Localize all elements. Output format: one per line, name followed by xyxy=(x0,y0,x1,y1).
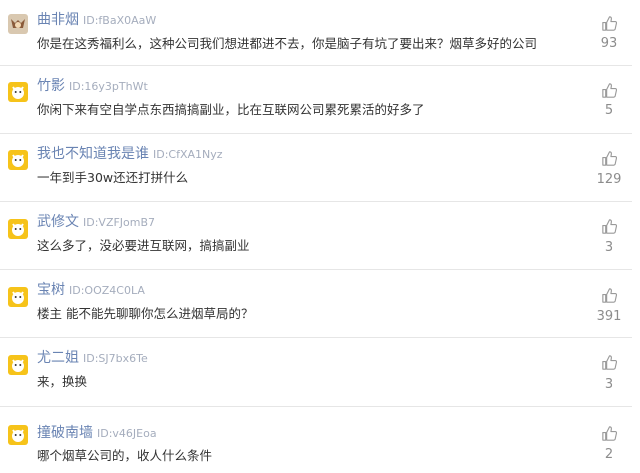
username[interactable]: 尤二姐 xyxy=(37,350,79,366)
user-avatar[interactable] xyxy=(8,355,28,375)
comment-item: 我也不知道我是谁 ID:CfXA1Nyz 一年到手30w还还打拼什么 129 xyxy=(0,134,632,202)
username[interactable]: 竹影 xyxy=(37,78,65,94)
like-count: 3 xyxy=(604,377,614,392)
thumbs-up-icon[interactable] xyxy=(600,217,619,236)
comment-list: 曲非烟 ID:fBaX0AaW 你是在这秀福利么，这种公司我们想进都进不去，你是脑… xyxy=(0,0,640,473)
comment-item: 宝树 ID:OOZ4C0LA 楼主 能不能先聊聊你怎么进烟草局的？ 391 xyxy=(0,270,632,338)
username[interactable]: 曲非烟 xyxy=(37,12,79,28)
comment-item: 武修文 ID:VZFJomB7 这么多了，没必要进互联网，搞搞副业 3 xyxy=(0,202,632,270)
like-count: 3 xyxy=(604,240,614,255)
comment-text: 来，换换 xyxy=(37,374,88,389)
like-count: 5 xyxy=(604,103,614,118)
user-id: ID:v46JEoa xyxy=(97,427,157,440)
comment-text: 你是在这秀福利么，这种公司我们想进都进不去，你是脑子有坑了要出来？烟草多好的公司 xyxy=(37,36,538,51)
user-avatar[interactable] xyxy=(8,82,28,102)
comment-item: 撞破南墙 ID:v46JEoa 哪个烟草公司的，收人什么条件 2 xyxy=(0,407,632,473)
thumbs-up-icon[interactable] xyxy=(600,149,619,168)
username[interactable]: 撞破南墙 xyxy=(37,425,93,441)
thumbs-up-icon[interactable] xyxy=(600,353,619,372)
like-count: 93 xyxy=(600,36,618,51)
username[interactable]: 宝树 xyxy=(37,282,65,298)
comment-text: 一年到手30w还还打拼什么 xyxy=(37,170,189,185)
thumbs-up-icon[interactable] xyxy=(600,286,619,305)
user-id: ID:16y3pThWt xyxy=(69,80,148,93)
user-id: ID:VZFJomB7 xyxy=(83,216,156,229)
like-count: 2 xyxy=(604,447,614,462)
username[interactable]: 武修文 xyxy=(37,214,79,230)
comment-item: 竹影 ID:16y3pThWt 你闲下来有空自学点东西搞搞副业，比在互联网公司累死… xyxy=(0,66,632,134)
thumbs-up-icon[interactable] xyxy=(600,14,619,33)
user-id: ID:SJ7bx6Te xyxy=(83,352,148,365)
thumbs-up-icon[interactable] xyxy=(600,81,619,100)
comment-text: 你闲下来有空自学点东西搞搞副业，比在互联网公司累死累活的好多了 xyxy=(37,102,425,117)
user-avatar[interactable] xyxy=(8,287,28,307)
like-count: 129 xyxy=(596,172,622,187)
comment-text: 哪个烟草公司的，收人什么条件 xyxy=(37,448,213,463)
user-id: ID:OOZ4C0LA xyxy=(69,284,145,297)
user-id: ID:CfXA1Nyz xyxy=(153,148,223,161)
user-avatar[interactable] xyxy=(8,150,28,170)
comment-item: 曲非烟 ID:fBaX0AaW 你是在这秀福利么，这种公司我们想进都进不去，你是脑… xyxy=(0,0,632,66)
comment-item: 尤二姐 ID:SJ7bx6Te 来，换换 3 xyxy=(0,338,632,407)
user-avatar[interactable] xyxy=(8,219,28,239)
like-count: 391 xyxy=(596,309,622,324)
comment-text: 楼主 能不能先聊聊你怎么进烟草局的？ xyxy=(37,306,254,321)
thumbs-up-icon[interactable] xyxy=(600,424,619,443)
username[interactable]: 我也不知道我是谁 xyxy=(37,146,149,162)
user-id: ID:fBaX0AaW xyxy=(83,14,157,27)
user-avatar[interactable] xyxy=(8,14,28,34)
comment-text: 这么多了，没必要进互联网，搞搞副业 xyxy=(37,238,250,253)
user-avatar[interactable] xyxy=(8,425,28,445)
